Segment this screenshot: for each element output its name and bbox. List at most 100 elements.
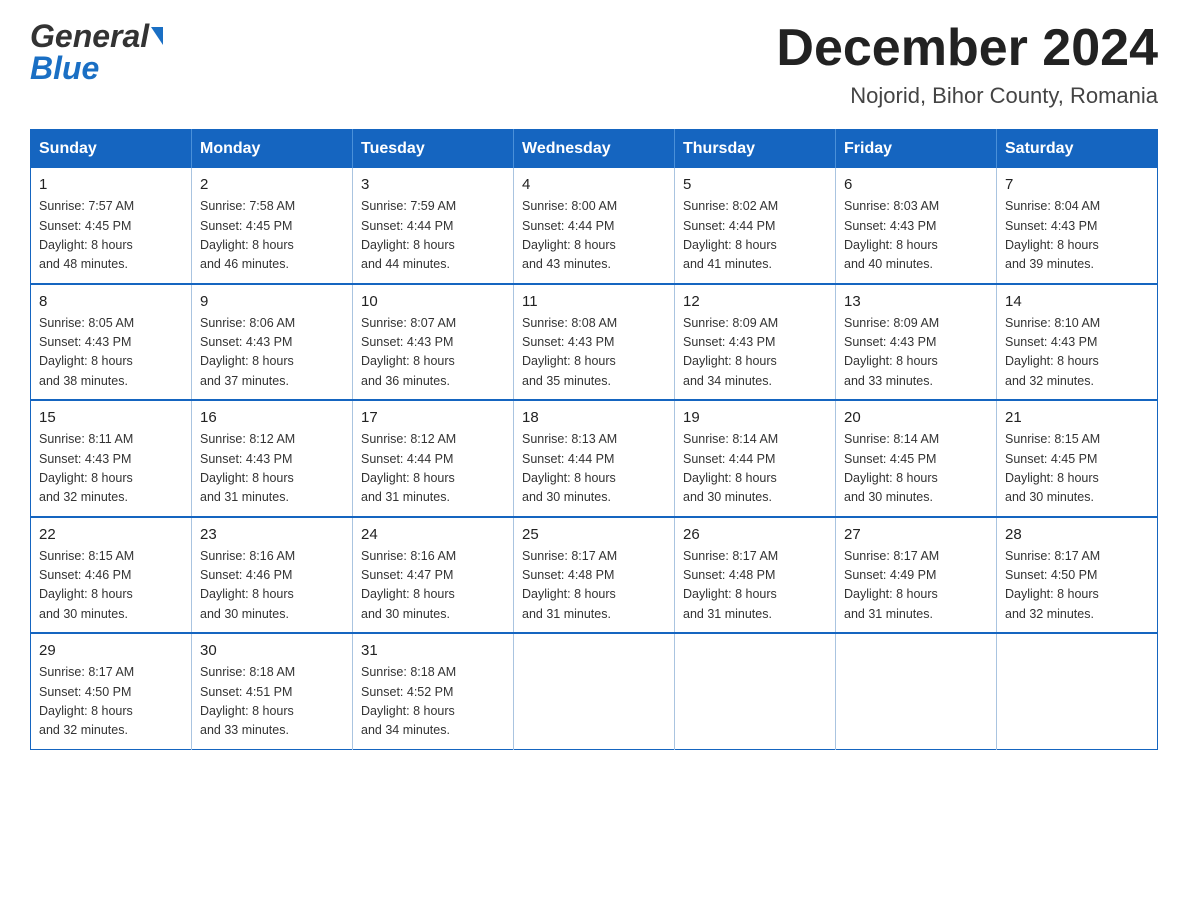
day-number-9: 9: [200, 293, 344, 310]
day-info-12: Sunrise: 8:09 AMSunset: 4:43 PMDaylight:…: [683, 314, 827, 392]
col-wednesday: Wednesday: [514, 130, 675, 169]
day-number-28: 28: [1005, 526, 1149, 543]
page-header: General Blue December 2024 Nojorid, Biho…: [30, 20, 1158, 109]
title-section: December 2024 Nojorid, Bihor County, Rom…: [776, 20, 1158, 109]
day-info-20: Sunrise: 8:14 AMSunset: 4:45 PMDaylight:…: [844, 430, 988, 508]
day-number-1: 1: [39, 176, 183, 193]
day-number-31: 31: [361, 642, 505, 659]
day-number-13: 13: [844, 293, 988, 310]
calendar-cell-31: 31Sunrise: 8:18 AMSunset: 4:52 PMDayligh…: [353, 633, 514, 749]
day-info-15: Sunrise: 8:11 AMSunset: 4:43 PMDaylight:…: [39, 430, 183, 508]
calendar-week-2: 8 Sunrise: 8:05 AMSunset: 4:43 PMDaylight…: [31, 284, 1158, 401]
day-number-22: 22: [39, 526, 183, 543]
day-number-27: 27: [844, 526, 988, 543]
day-number-4: 4: [522, 176, 666, 193]
calendar-cell-30: 30 Sunrise: 8:18 AMSunset: 4:51 PMDayligh…: [192, 633, 353, 749]
day-number-11: 11: [522, 293, 666, 310]
day-info-30: Sunrise: 8:18 AMSunset: 4:51 PMDaylight:…: [200, 663, 344, 741]
calendar-cell-14: 14 Sunrise: 8:10 AMSunset: 4:43 PMDayligh…: [997, 284, 1158, 401]
col-sunday: Sunday: [31, 130, 192, 169]
day-number-12: 12: [683, 293, 827, 310]
day-info-4: Sunrise: 8:00 AMSunset: 4:44 PMDaylight:…: [522, 197, 666, 275]
day-number-25: 25: [522, 526, 666, 543]
calendar-cell-4: 4 Sunrise: 8:00 AMSunset: 4:44 PMDaylight…: [514, 168, 675, 284]
day-number-18: 18: [522, 409, 666, 426]
calendar-week-1: 1 Sunrise: 7:57 AMSunset: 4:45 PMDaylight…: [31, 168, 1158, 284]
day-number-7: 7: [1005, 176, 1149, 193]
page-title: December 2024: [776, 20, 1158, 77]
calendar-cell-19: 19Sunrise: 8:14 AMSunset: 4:44 PMDayligh…: [675, 400, 836, 517]
calendar-cell-18: 18 Sunrise: 8:13 AMSunset: 4:44 PMDayligh…: [514, 400, 675, 517]
calendar-cell-27: 27 Sunrise: 8:17 AMSunset: 4:49 PMDayligh…: [836, 517, 997, 634]
day-info-13: Sunrise: 8:09 AMSunset: 4:43 PMDaylight:…: [844, 314, 988, 392]
day-number-14: 14: [1005, 293, 1149, 310]
day-info-6: Sunrise: 8:03 AMSunset: 4:43 PMDaylight:…: [844, 197, 988, 275]
day-number-26: 26: [683, 526, 827, 543]
col-friday: Friday: [836, 130, 997, 169]
day-info-14: Sunrise: 8:10 AMSunset: 4:43 PMDaylight:…: [1005, 314, 1149, 392]
calendar-cell-20: 20 Sunrise: 8:14 AMSunset: 4:45 PMDayligh…: [836, 400, 997, 517]
logo-general-text: General: [30, 20, 149, 52]
empty-cell-w5-d4: [514, 633, 675, 749]
day-info-28: Sunrise: 8:17 AMSunset: 4:50 PMDaylight:…: [1005, 547, 1149, 625]
calendar-cell-25: 25 Sunrise: 8:17 AMSunset: 4:48 PMDayligh…: [514, 517, 675, 634]
day-info-24: Sunrise: 8:16 AMSunset: 4:47 PMDaylight:…: [361, 547, 505, 625]
calendar-cell-9: 9 Sunrise: 8:06 AMSunset: 4:43 PMDaylight…: [192, 284, 353, 401]
calendar-cell-11: 11 Sunrise: 8:08 AMSunset: 4:43 PMDayligh…: [514, 284, 675, 401]
day-number-20: 20: [844, 409, 988, 426]
calendar-cell-7: 7 Sunrise: 8:04 AMSunset: 4:43 PMDaylight…: [997, 168, 1158, 284]
calendar-cell-12: 12 Sunrise: 8:09 AMSunset: 4:43 PMDayligh…: [675, 284, 836, 401]
empty-cell-w5-d5: [675, 633, 836, 749]
calendar-cell-6: 6Sunrise: 8:03 AMSunset: 4:43 PMDaylight…: [836, 168, 997, 284]
calendar-cell-21: 21 Sunrise: 8:15 AMSunset: 4:45 PMDayligh…: [997, 400, 1158, 517]
calendar-cell-2: 2 Sunrise: 7:58 AMSunset: 4:45 PMDaylight…: [192, 168, 353, 284]
day-info-3: Sunrise: 7:59 AMSunset: 4:44 PMDaylight:…: [361, 197, 505, 275]
calendar-cell-3: 3 Sunrise: 7:59 AMSunset: 4:44 PMDaylight…: [353, 168, 514, 284]
calendar-cell-16: 16Sunrise: 8:12 AMSunset: 4:43 PMDayligh…: [192, 400, 353, 517]
calendar-cell-1: 1 Sunrise: 7:57 AMSunset: 4:45 PMDaylight…: [31, 168, 192, 284]
calendar-cell-26: 26Sunrise: 8:17 AMSunset: 4:48 PMDayligh…: [675, 517, 836, 634]
day-number-30: 30: [200, 642, 344, 659]
calendar-week-5: 29Sunrise: 8:17 AMSunset: 4:50 PMDayligh…: [31, 633, 1158, 749]
day-info-11: Sunrise: 8:08 AMSunset: 4:43 PMDaylight:…: [522, 314, 666, 392]
day-info-19: Sunrise: 8:14 AMSunset: 4:44 PMDaylight:…: [683, 430, 827, 508]
day-info-23: Sunrise: 8:16 AMSunset: 4:46 PMDaylight:…: [200, 547, 344, 625]
day-number-2: 2: [200, 176, 344, 193]
col-tuesday: Tuesday: [353, 130, 514, 169]
day-info-2: Sunrise: 7:58 AMSunset: 4:45 PMDaylight:…: [200, 197, 344, 275]
day-info-10: Sunrise: 8:07 AMSunset: 4:43 PMDaylight:…: [361, 314, 505, 392]
day-number-17: 17: [361, 409, 505, 426]
calendar-cell-5: 5Sunrise: 8:02 AMSunset: 4:44 PMDaylight…: [675, 168, 836, 284]
day-number-3: 3: [361, 176, 505, 193]
calendar-cell-28: 28 Sunrise: 8:17 AMSunset: 4:50 PMDayligh…: [997, 517, 1158, 634]
col-monday: Monday: [192, 130, 353, 169]
day-info-9: Sunrise: 8:06 AMSunset: 4:43 PMDaylight:…: [200, 314, 344, 392]
day-info-25: Sunrise: 8:17 AMSunset: 4:48 PMDaylight:…: [522, 547, 666, 625]
calendar-cell-23: 23Sunrise: 8:16 AMSunset: 4:46 PMDayligh…: [192, 517, 353, 634]
day-info-27: Sunrise: 8:17 AMSunset: 4:49 PMDaylight:…: [844, 547, 988, 625]
day-number-5: 5: [683, 176, 827, 193]
day-info-22: Sunrise: 8:15 AMSunset: 4:46 PMDaylight:…: [39, 547, 183, 625]
day-number-15: 15: [39, 409, 183, 426]
calendar-cell-29: 29Sunrise: 8:17 AMSunset: 4:50 PMDayligh…: [31, 633, 192, 749]
calendar-cell-24: 24 Sunrise: 8:16 AMSunset: 4:47 PMDayligh…: [353, 517, 514, 634]
calendar-cell-10: 10Sunrise: 8:07 AMSunset: 4:43 PMDayligh…: [353, 284, 514, 401]
day-info-21: Sunrise: 8:15 AMSunset: 4:45 PMDaylight:…: [1005, 430, 1149, 508]
day-number-21: 21: [1005, 409, 1149, 426]
col-thursday: Thursday: [675, 130, 836, 169]
day-info-8: Sunrise: 8:05 AMSunset: 4:43 PMDaylight:…: [39, 314, 183, 392]
day-info-16: Sunrise: 8:12 AMSunset: 4:43 PMDaylight:…: [200, 430, 344, 508]
calendar-cell-15: 15 Sunrise: 8:11 AMSunset: 4:43 PMDayligh…: [31, 400, 192, 517]
day-info-18: Sunrise: 8:13 AMSunset: 4:44 PMDaylight:…: [522, 430, 666, 508]
day-number-8: 8: [39, 293, 183, 310]
calendar-cell-13: 13 Sunrise: 8:09 AMSunset: 4:43 PMDayligh…: [836, 284, 997, 401]
logo-blue-text: Blue: [30, 52, 99, 84]
calendar-table: Sunday Monday Tuesday Wednesday Thursday…: [30, 129, 1158, 750]
day-number-24: 24: [361, 526, 505, 543]
calendar-header-row: Sunday Monday Tuesday Wednesday Thursday…: [31, 130, 1158, 169]
col-saturday: Saturday: [997, 130, 1158, 169]
calendar-cell-8: 8 Sunrise: 8:05 AMSunset: 4:43 PMDaylight…: [31, 284, 192, 401]
logo: General Blue: [30, 20, 163, 84]
day-info-1: Sunrise: 7:57 AMSunset: 4:45 PMDaylight:…: [39, 197, 183, 275]
day-info-7: Sunrise: 8:04 AMSunset: 4:43 PMDaylight:…: [1005, 197, 1149, 275]
